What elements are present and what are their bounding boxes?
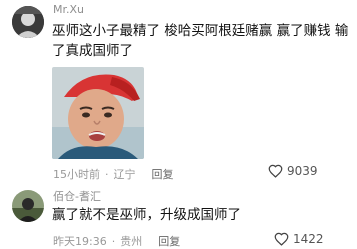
like-count: 1422 (293, 232, 324, 246)
username[interactable]: Mr.Xu (53, 3, 84, 16)
comment-location: 辽宁 (113, 168, 136, 181)
meta-separator: · (111, 234, 116, 248)
like-button[interactable]: 9039 (268, 164, 318, 178)
comment-time: 15小时前 (53, 168, 100, 181)
meta-separator: · (105, 167, 109, 181)
comment-text: 赢了就不是巫师，升级成国师了 (52, 207, 241, 223)
avatar-image (12, 6, 44, 38)
comment-location: 贵州 (120, 235, 143, 248)
heart-outline-icon (268, 164, 283, 178)
avatar[interactable] (12, 190, 44, 222)
like-count: 9039 (287, 164, 318, 178)
meme-image[interactable] (52, 67, 144, 159)
comment-meta: 15小时前 · 辽宁 回复 (53, 166, 174, 182)
meme-sticker (52, 67, 144, 159)
reply-button[interactable]: 回复 (152, 166, 174, 182)
comment-time: 昨天19:36 (53, 235, 107, 248)
username[interactable]: 佰仓-耆汇 (53, 188, 101, 204)
avatar[interactable] (12, 6, 44, 38)
like-button[interactable]: 1422 (274, 232, 324, 246)
comment-meta: 昨天19:36 · 贵州 回复 (53, 233, 180, 249)
avatar-image (12, 190, 44, 222)
heart-outline-icon (274, 232, 289, 246)
reply-button[interactable]: 回复 (158, 233, 180, 249)
comment-text: 巫师这小子最精了 梭哈买阿根廷赌赢 赢了赚钱 输了真成国师了 (52, 23, 349, 59)
